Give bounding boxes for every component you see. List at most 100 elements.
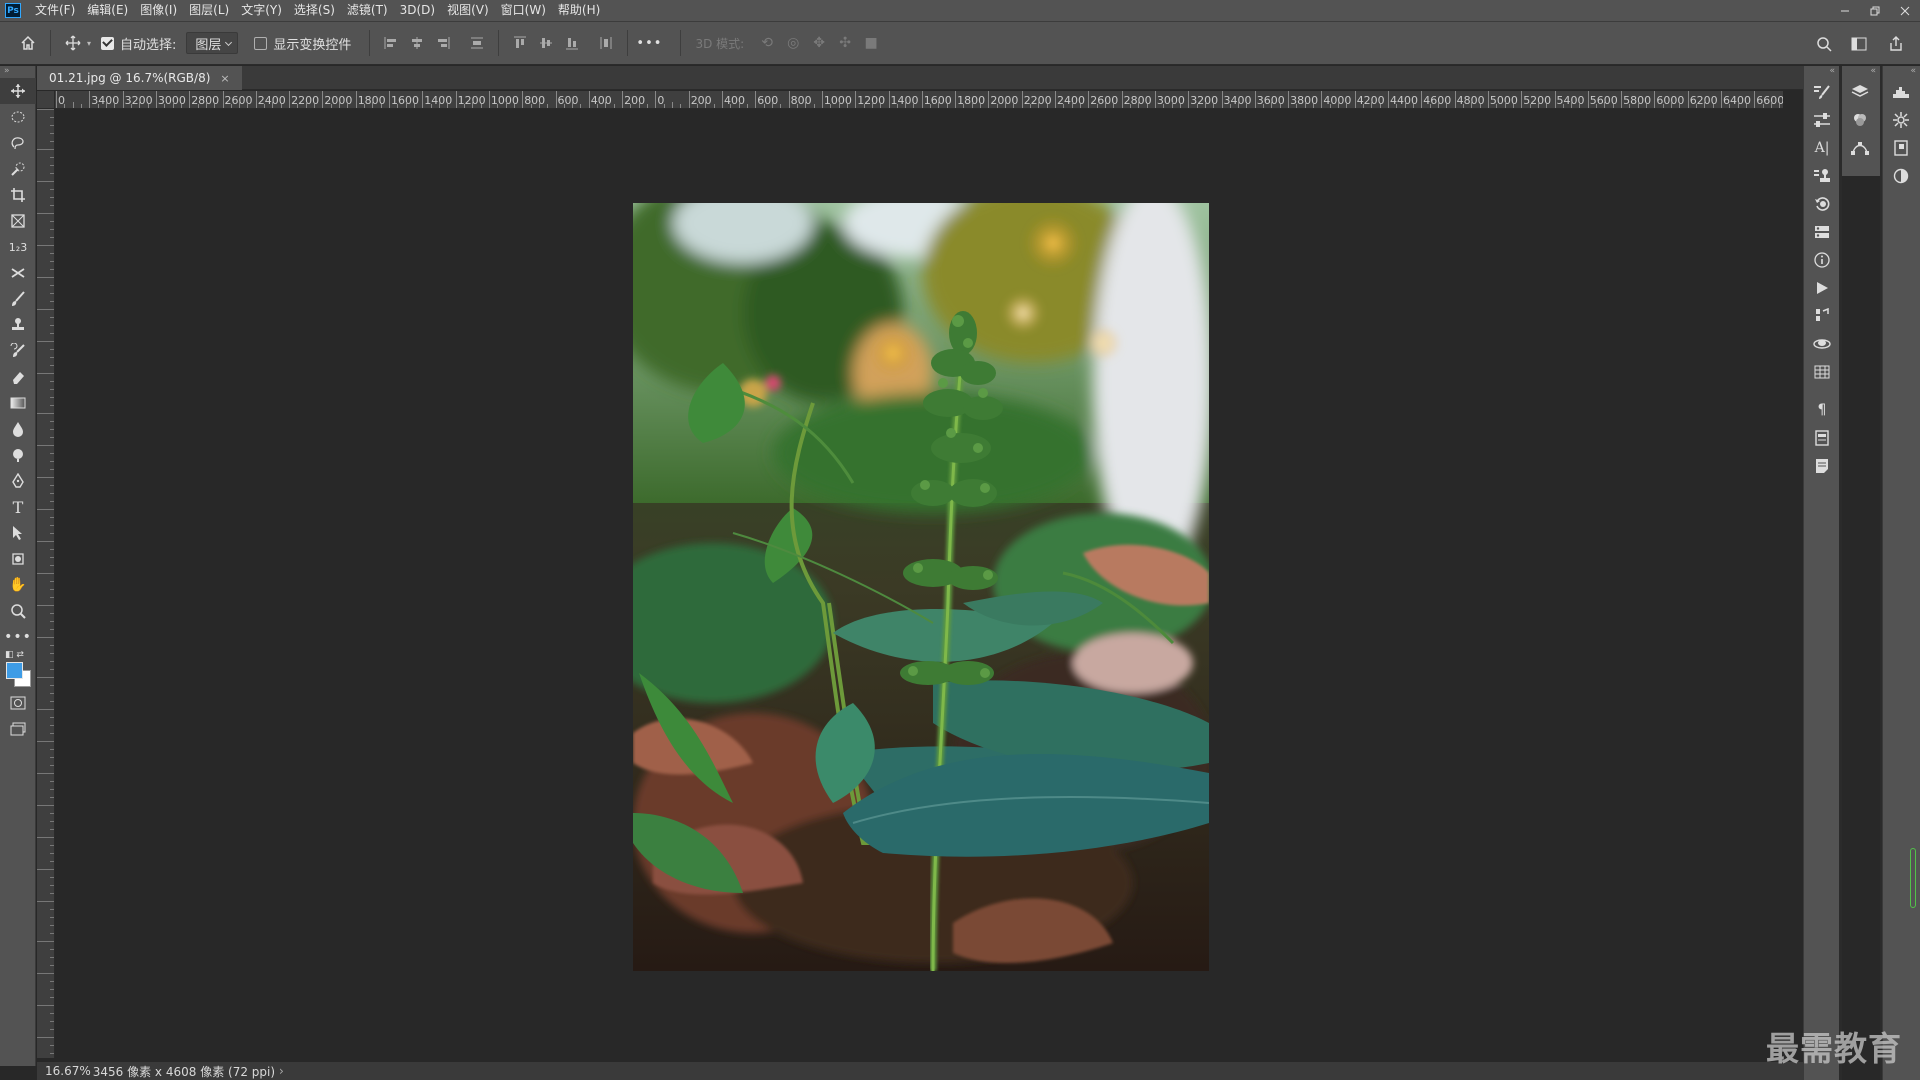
vertical-ruler[interactable] [37, 109, 55, 1058]
roll-3d-icon[interactable]: ◎ [780, 30, 806, 56]
menu-edit[interactable]: 编辑(E) [81, 0, 134, 21]
layers-icon[interactable] [1842, 78, 1878, 106]
search-icon[interactable] [1810, 30, 1838, 58]
count-icon[interactable]: 1₂3 [0, 234, 36, 260]
info-icon[interactable] [1804, 246, 1840, 274]
zoom-icon[interactable] [0, 598, 36, 624]
3d-icon[interactable] [1804, 330, 1840, 358]
dodge-icon[interactable] [0, 442, 36, 468]
libraries-icon[interactable] [1804, 218, 1840, 246]
share-icon[interactable] [1882, 30, 1910, 58]
menu-type[interactable]: 文字(Y) [235, 0, 288, 21]
character-icon[interactable]: A| [1804, 134, 1840, 162]
marquee-icon[interactable] [0, 104, 36, 130]
actions-icon[interactable] [1804, 274, 1840, 302]
document-image[interactable] [633, 203, 1209, 971]
shape-icon[interactable] [0, 546, 36, 572]
pan-3d-icon[interactable]: ✥ [806, 30, 832, 56]
ruler-corner[interactable] [37, 91, 55, 109]
horizontal-ruler[interactable]: 0 3400 3200 3000 2800 2600 2400 2200 2000 1800 160… [55, 91, 1783, 109]
align-hcenter-icon[interactable] [404, 30, 430, 56]
orbit-3d-icon[interactable]: ⟲ [754, 30, 780, 56]
hand-icon[interactable]: ✋ [0, 572, 36, 598]
type-icon[interactable]: T [0, 494, 36, 520]
auto-select-target-dropdown[interactable]: 图层 [186, 32, 239, 54]
more-tools-icon[interactable]: ••• [0, 624, 36, 650]
history-brush-icon[interactable] [0, 338, 36, 364]
scroll-indicator[interactable] [1910, 848, 1916, 908]
move-tool-preset-icon[interactable] [59, 29, 87, 57]
collapse-layers-dock-icon[interactable]: « [1842, 66, 1880, 78]
home-icon[interactable] [14, 29, 42, 57]
status-menu-caret[interactable]: › [279, 1064, 284, 1078]
menu-file[interactable]: 文件(F) [29, 0, 81, 21]
menu-layer[interactable]: 图层(L) [183, 0, 235, 21]
collapse-right-dock-icon[interactable]: « [1883, 66, 1920, 78]
histogram-icon[interactable] [1883, 78, 1919, 106]
workspace-icon[interactable] [1846, 30, 1874, 58]
collapse-toolbar-icon[interactable]: » [0, 66, 35, 78]
menu-3d[interactable]: 3D(D) [394, 0, 441, 21]
close-window-button[interactable] [1890, 0, 1920, 21]
slide-3d-icon[interactable]: ✣ [832, 30, 858, 56]
align-left-icon[interactable] [378, 30, 404, 56]
clone-source-icon[interactable] [1804, 162, 1840, 190]
menu-filter[interactable]: 滤镜(T) [341, 0, 394, 21]
swatches-icon[interactable] [1804, 302, 1840, 330]
align-vcenter-icon[interactable] [533, 30, 559, 56]
paths-icon[interactable] [1842, 134, 1878, 162]
more-options-button[interactable]: ••• [636, 36, 662, 51]
foreground-color[interactable] [6, 662, 23, 679]
ruler-vertical-tick [37, 573, 54, 574]
content-aware-move-icon[interactable] [0, 260, 36, 286]
lasso-icon[interactable] [0, 130, 36, 156]
color-icon[interactable] [1883, 162, 1919, 190]
stamp-icon[interactable] [0, 312, 36, 338]
zoom-level[interactable]: 16.67% [45, 1064, 91, 1078]
menu-select[interactable]: 选择(S) [288, 0, 341, 21]
eraser-icon[interactable] [0, 364, 36, 390]
quick-select-icon[interactable] [0, 156, 36, 182]
distribute-icon[interactable] [464, 30, 490, 56]
align-right-icon[interactable] [430, 30, 456, 56]
pen-icon[interactable] [0, 468, 36, 494]
menu-window[interactable]: 窗口(W) [495, 0, 552, 21]
restore-button[interactable] [1860, 0, 1890, 21]
canvas-area[interactable] [55, 109, 1783, 1058]
document-tab[interactable]: 01.21.jpg @ 16.7%(RGB/8) × [37, 66, 242, 90]
collapse-dock-icon[interactable]: « [1804, 66, 1839, 78]
quick-mask-icon[interactable] [0, 690, 36, 716]
paragraph-icon[interactable]: ¶ [1804, 396, 1840, 424]
properties-icon[interactable] [1804, 424, 1840, 452]
brush-settings-icon[interactable] [1804, 78, 1840, 106]
screen-mode-icon[interactable] [0, 716, 36, 742]
minimize-button[interactable] [1830, 0, 1860, 21]
notes-icon[interactable] [1804, 452, 1840, 480]
channels-icon[interactable] [1842, 106, 1878, 134]
close-icon[interactable]: × [220, 72, 229, 85]
scale-3d-icon[interactable]: ■ [858, 30, 884, 56]
table-icon[interactable] [1804, 358, 1840, 386]
navigator-icon[interactable] [1883, 106, 1919, 134]
move-icon[interactable] [0, 78, 36, 104]
menu-view[interactable]: 视图(V) [441, 0, 495, 21]
align-bottom-icon[interactable] [559, 30, 585, 56]
path-select-icon[interactable] [0, 520, 36, 546]
chevron-down-icon[interactable]: ▾ [87, 39, 91, 48]
glyphs-icon[interactable] [1883, 134, 1919, 162]
blur-icon[interactable] [0, 416, 36, 442]
menu-image[interactable]: 图像(I) [134, 0, 183, 21]
menu-help[interactable]: 帮助(H) [552, 0, 606, 21]
distribute-horizontal-icon[interactable] [593, 30, 619, 56]
default-colors-icon[interactable]: ◧ ⇄ [5, 650, 24, 660]
brush-icon[interactable] [0, 286, 36, 312]
align-top-icon[interactable] [507, 30, 533, 56]
crop-icon[interactable] [0, 182, 36, 208]
gradient-icon[interactable] [0, 390, 36, 416]
adjustments-icon[interactable] [1804, 106, 1840, 134]
show-transform-checkbox[interactable] [254, 36, 268, 50]
color-swatches[interactable]: ◧ ⇄ [0, 650, 36, 690]
history-icon[interactable] [1804, 190, 1840, 218]
auto-select-checkbox[interactable] [101, 36, 115, 50]
frame-icon[interactable] [0, 208, 36, 234]
